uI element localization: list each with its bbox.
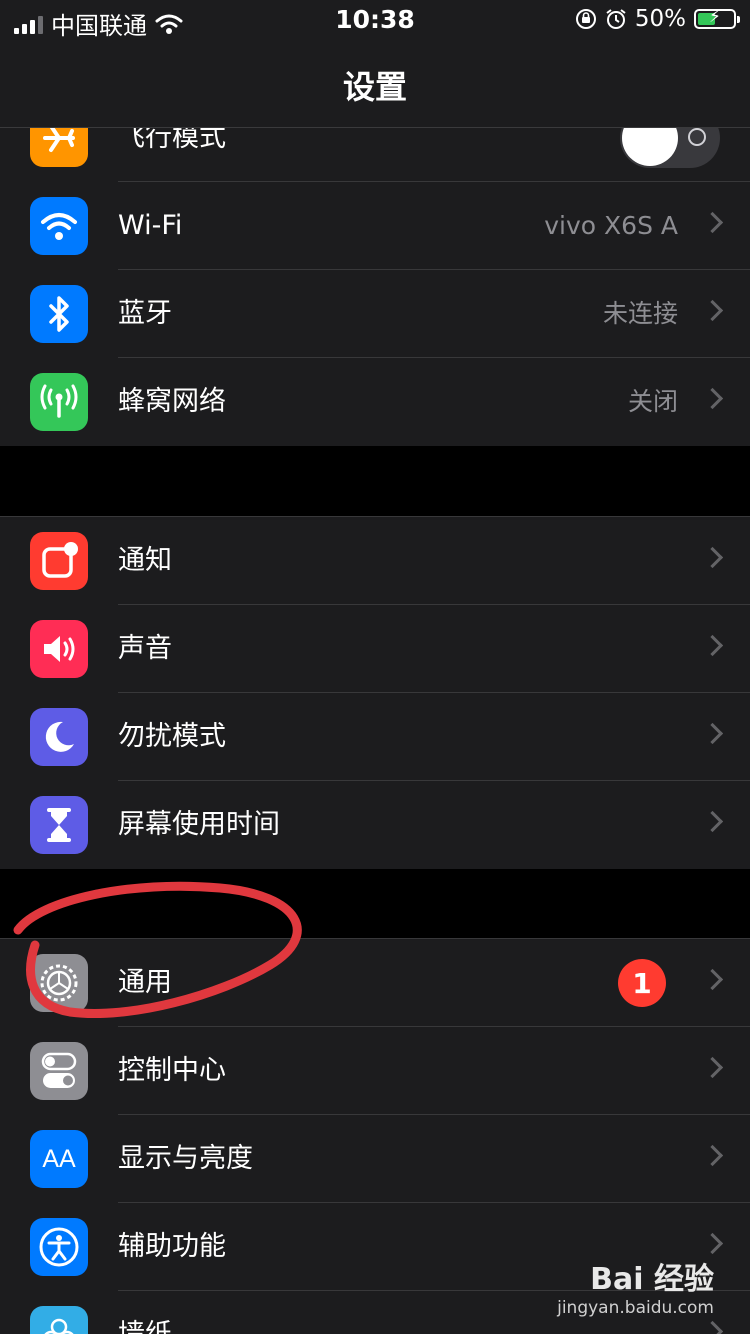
settings-list[interactable]: 飞行模式 Wi-Fi vivo X6S A 蓝牙 未连接 蜂窝网络 关闭 通知 … — [0, 128, 750, 1334]
battery-icon: ⚡ — [694, 7, 740, 29]
row-label: 墙纸 — [118, 1291, 172, 1334]
update-badge: 1 — [618, 959, 666, 1007]
watermark-brand: Bai 经验 — [590, 1262, 714, 1297]
row-do-not-disturb[interactable]: 勿扰模式 — [0, 693, 750, 781]
row-label: 控制中心 — [118, 1055, 226, 1086]
chevron-right-icon — [701, 299, 724, 322]
row-cellular[interactable]: 蜂窝网络 关闭 — [0, 358, 750, 446]
row-label: 通用 — [118, 967, 172, 998]
chevron-right-icon — [701, 546, 724, 569]
wifi-icon — [30, 197, 88, 255]
row-control-center[interactable]: 控制中心 — [0, 1027, 750, 1115]
row-general[interactable]: 通用 1 — [0, 939, 750, 1027]
row-bluetooth[interactable]: 蓝牙 未连接 — [0, 270, 750, 358]
accessibility-icon — [30, 1218, 88, 1276]
chevron-right-icon — [701, 1232, 724, 1255]
alarm-icon — [606, 9, 626, 29]
row-label: 通知 — [118, 545, 172, 576]
row-value: 关闭 — [627, 387, 678, 416]
row-label: 屏幕使用时间 — [118, 809, 280, 840]
row-label: 声音 — [118, 633, 172, 664]
chevron-right-icon — [701, 722, 724, 745]
hourglass-icon — [30, 796, 88, 854]
moon-icon — [30, 708, 88, 766]
watermark-url: jingyan.baidu.com — [557, 1298, 714, 1318]
row-label: 显示与亮度 — [118, 1143, 253, 1174]
switches-icon — [30, 1042, 88, 1100]
row-label: 辅助功能 — [118, 1231, 226, 1262]
baidu-watermark: Bai 经验 jingyan.baidu.com — [557, 1254, 714, 1318]
row-display-brightness[interactable]: AA 显示与亮度 — [0, 1115, 750, 1203]
text-size-glyph: AA — [42, 1144, 76, 1173]
chevron-right-icon — [701, 387, 724, 410]
chevron-right-icon — [701, 1056, 724, 1079]
row-screen-time[interactable]: 屏幕使用时间 — [0, 781, 750, 869]
battery-percent: 50% — [634, 6, 686, 32]
row-label: 蓝牙 — [118, 298, 172, 329]
speaker-icon — [30, 620, 88, 678]
navigation-bar: 设置 — [0, 40, 750, 128]
row-value: 未连接 — [602, 299, 678, 328]
row-label: 飞行模式 — [118, 128, 226, 153]
airplane-icon — [30, 128, 88, 167]
chevron-right-icon — [701, 968, 724, 991]
rotation-lock-icon — [575, 9, 596, 29]
wallpaper-icon — [30, 1306, 88, 1334]
gear-icon — [30, 954, 88, 1012]
row-airplane-mode[interactable]: 飞行模式 — [0, 128, 750, 182]
notification-icon — [30, 532, 88, 590]
row-wifi[interactable]: Wi-Fi vivo X6S A — [0, 182, 750, 270]
row-sounds[interactable]: 声音 — [0, 605, 750, 693]
bluetooth-icon — [30, 285, 88, 343]
antenna-icon — [30, 373, 88, 431]
airplane-mode-toggle[interactable] — [620, 128, 720, 168]
row-notifications[interactable]: 通知 — [0, 517, 750, 605]
chevron-right-icon — [701, 1320, 724, 1334]
status-bar: 中国联通 10:38 50% ⚡ — [0, 0, 750, 40]
row-label: 勿扰模式 — [118, 721, 226, 752]
text-size-icon: AA — [30, 1130, 88, 1188]
page-title: 设置 — [342, 68, 407, 106]
chevron-right-icon — [701, 810, 724, 833]
chevron-right-icon — [701, 634, 724, 657]
settings-group-connectivity: 飞行模式 Wi-Fi vivo X6S A 蓝牙 未连接 蜂窝网络 关闭 — [0, 128, 750, 446]
chevron-right-icon — [701, 211, 724, 234]
row-label: 蜂窝网络 — [118, 386, 226, 417]
chevron-right-icon — [701, 1144, 724, 1167]
row-label: Wi-Fi — [118, 210, 183, 241]
row-value: vivo X6S A — [544, 211, 678, 240]
settings-group-notifications: 通知 声音 勿扰模式 屏幕使用时间 — [0, 516, 750, 869]
